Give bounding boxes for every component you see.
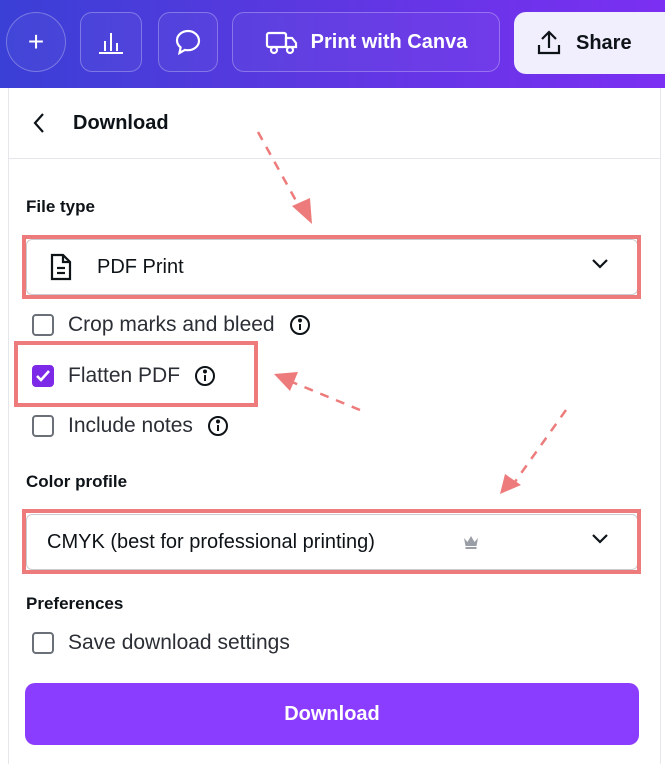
bar-chart-icon <box>99 33 123 54</box>
panel-title: Download <box>73 112 169 134</box>
crop-marks-checkbox[interactable] <box>32 314 54 336</box>
file-type-select[interactable]: PDF Print <box>26 239 638 295</box>
crop-marks-label: Crop marks and bleed <box>68 313 275 336</box>
download-button[interactable]: Download <box>25 683 639 745</box>
document-icon <box>50 253 72 281</box>
panel-header: Download <box>9 88 660 159</box>
file-type-value: PDF Print <box>97 256 184 278</box>
top-toolbar: + Print with Canva Share <box>0 0 665 88</box>
panel-border-left <box>8 88 9 764</box>
flatten-pdf-option[interactable]: Flatten PDF <box>32 364 216 388</box>
flatten-pdf-checkbox[interactable] <box>32 365 54 387</box>
print-with-canva-label: Print with Canva <box>310 30 468 53</box>
crop-marks-option[interactable]: Crop marks and bleed <box>32 313 311 337</box>
include-notes-label: Include notes <box>68 414 193 437</box>
comment-icon <box>175 29 201 56</box>
preferences-label: Preferences <box>26 594 124 613</box>
plus-icon: + <box>27 26 45 57</box>
truck-icon <box>265 31 297 55</box>
checkmark-icon <box>36 370 50 382</box>
include-notes-checkbox[interactable] <box>32 415 54 437</box>
chevron-down-icon <box>592 259 608 269</box>
share-button[interactable]: Share <box>514 12 665 74</box>
include-notes-option[interactable]: Include notes <box>32 414 229 438</box>
save-settings-option[interactable]: Save download settings <box>32 631 290 655</box>
upload-icon <box>537 30 561 55</box>
save-settings-checkbox[interactable] <box>32 632 54 654</box>
flatten-pdf-label: Flatten PDF <box>68 364 181 387</box>
color-profile-label: Color profile <box>26 472 128 491</box>
panel-border-right <box>660 88 661 764</box>
color-profile-value: CMYK (best for professional printing) <box>47 531 375 553</box>
chevron-down-icon <box>592 534 608 544</box>
insights-button[interactable] <box>80 12 142 72</box>
comment-button[interactable] <box>158 12 218 72</box>
add-button[interactable]: + <box>6 12 66 72</box>
chevron-left-icon[interactable] <box>29 110 49 136</box>
crown-icon <box>464 536 478 549</box>
file-type-label: File type <box>26 197 95 216</box>
save-settings-label: Save download settings <box>68 631 290 654</box>
info-icon[interactable] <box>207 415 229 437</box>
color-profile-select[interactable]: CMYK (best for professional printing) <box>26 514 638 570</box>
info-icon[interactable] <box>289 314 311 336</box>
print-with-canva-button[interactable]: Print with Canva <box>232 12 500 72</box>
info-icon[interactable] <box>194 365 216 387</box>
share-label: Share <box>576 31 632 54</box>
